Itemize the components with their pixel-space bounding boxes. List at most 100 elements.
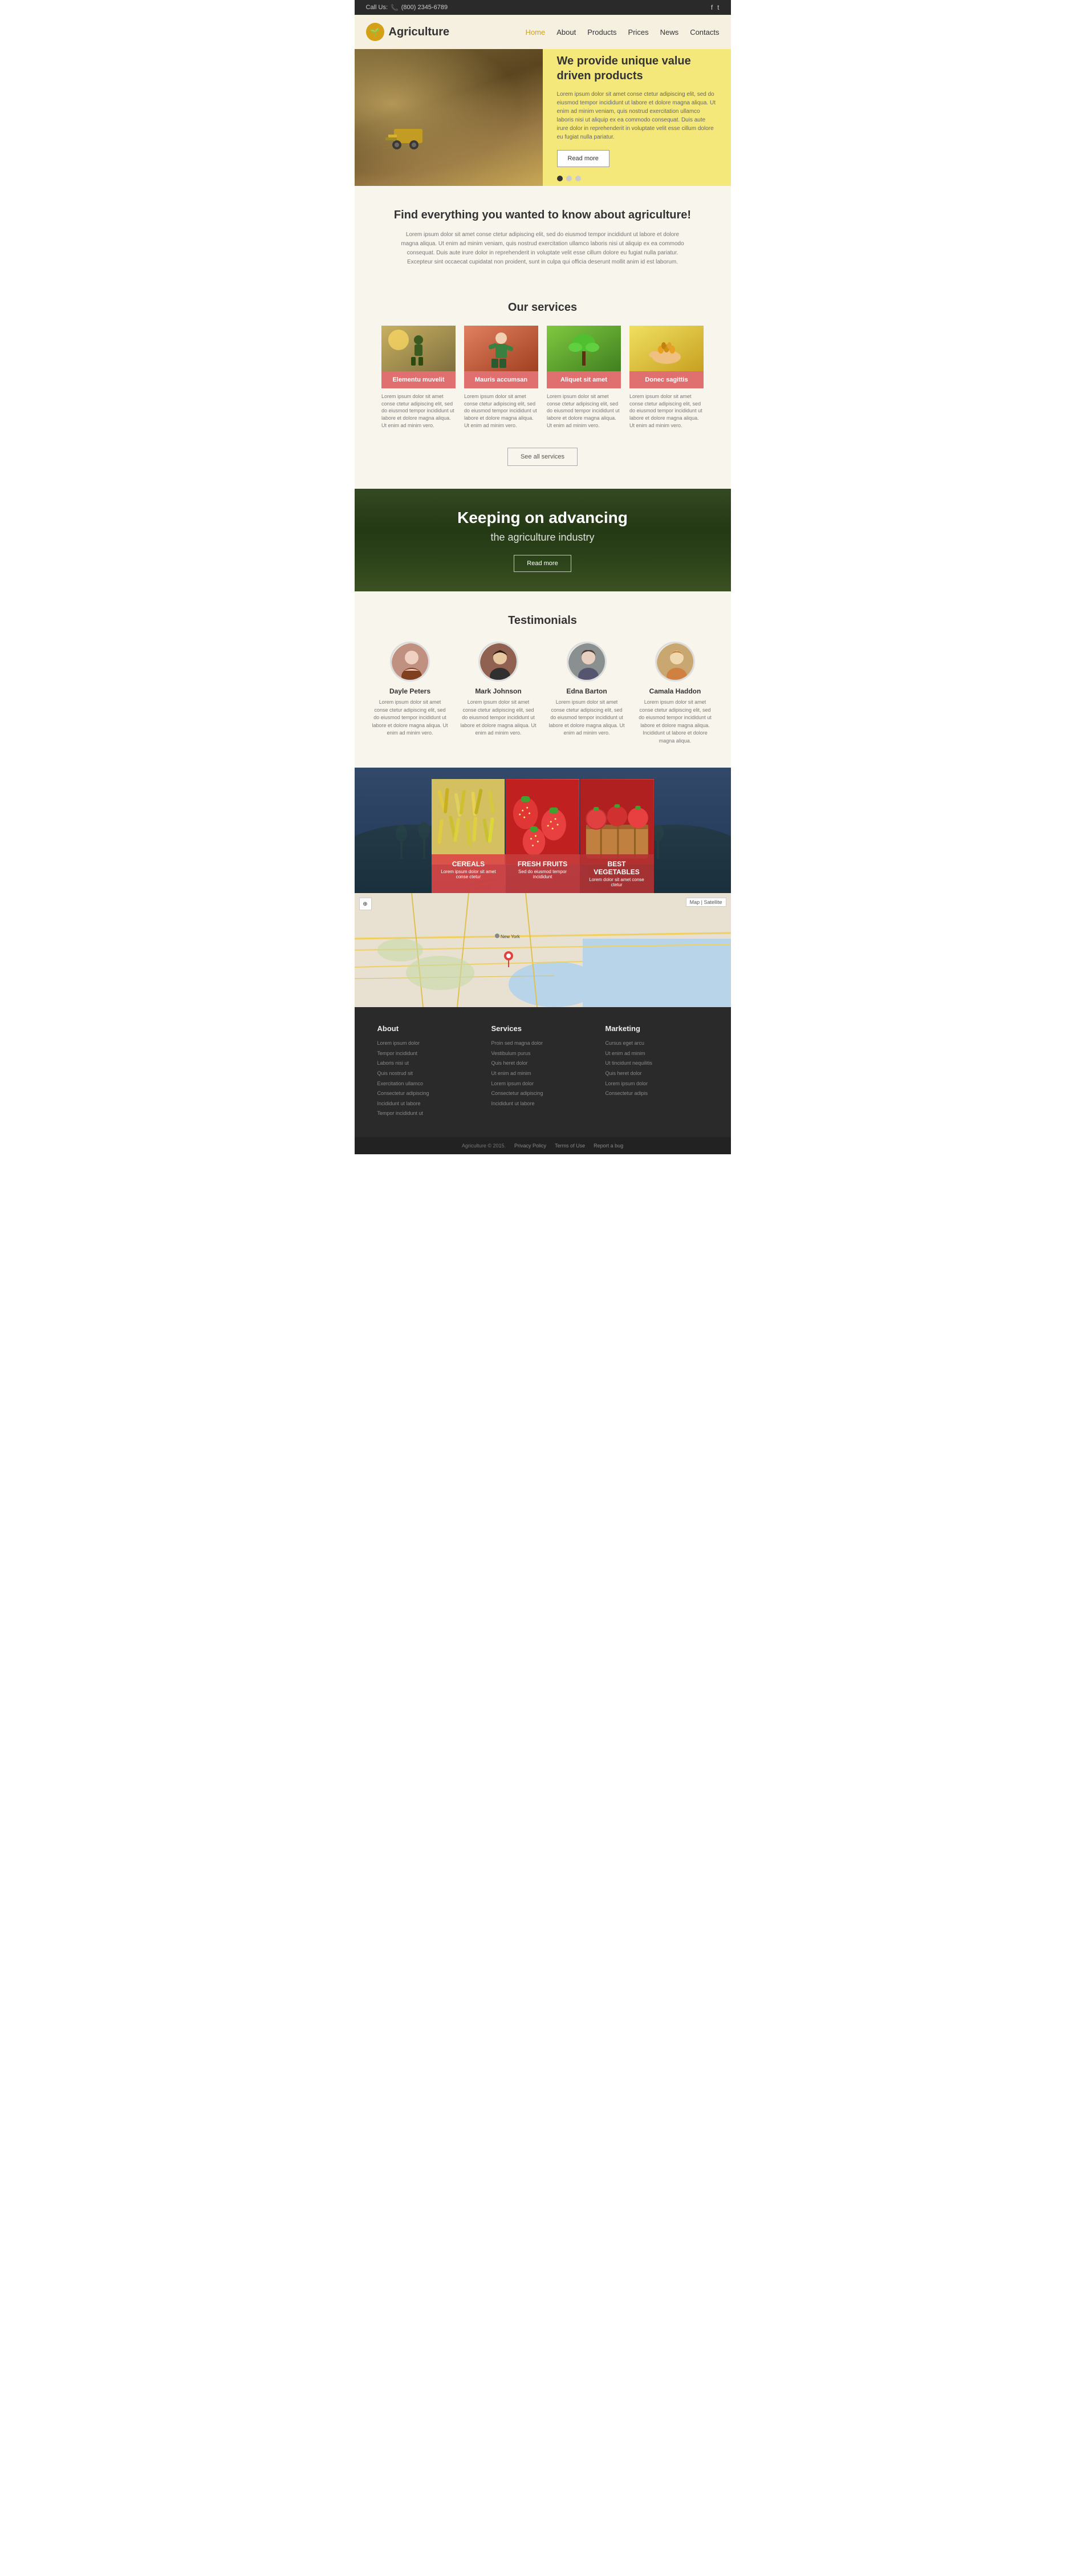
hero-read-more-button[interactable]: Read more bbox=[557, 150, 609, 167]
hero-text-panel: We provide unique value driven products … bbox=[543, 49, 731, 186]
cereals-image bbox=[432, 779, 505, 865]
phone-info: Call Us: 📞 (800) 2345-6789 bbox=[366, 4, 448, 11]
list-item: Exercitation ullamco bbox=[377, 1080, 480, 1088]
list-item: Vestibulum purus bbox=[491, 1050, 594, 1057]
hero-dots bbox=[557, 176, 717, 181]
list-item: Consectetur adipiscing bbox=[377, 1090, 480, 1097]
footer-services-list: Proin sed magna dolor Vestibulum purus Q… bbox=[491, 1040, 594, 1107]
products-labels: CEREALS Lorem ipsum dolor sit amet conse… bbox=[432, 854, 654, 893]
testimonials-grid: Dayle Peters Lorem ipsum dolor sit amet … bbox=[372, 642, 714, 745]
service-card-3: Aliquet sit amet Lorem ipsum dolor sit a… bbox=[547, 326, 621, 433]
service-img-3 bbox=[547, 326, 621, 371]
terms-link[interactable]: Terms of Use bbox=[555, 1143, 585, 1149]
testimonial-card-4: Camala Haddon Lorem ipsum dolor sit amet… bbox=[637, 642, 714, 745]
nav-about[interactable]: About bbox=[556, 28, 576, 36]
map-type-label[interactable]: Map | Satellite bbox=[686, 898, 726, 907]
service-card-1: Elementu muvelit Lorem ipsum dolor sit a… bbox=[381, 326, 456, 433]
list-item: Lorem ipsum dolor bbox=[491, 1080, 594, 1088]
dot-2[interactable] bbox=[566, 176, 572, 181]
list-item: Incididunt ut labore bbox=[491, 1100, 594, 1108]
dot-1[interactable] bbox=[557, 176, 563, 181]
service-card-2: Mauris accumsan Lorem ipsum dolor sit am… bbox=[464, 326, 538, 433]
see-all-services-button[interactable]: See all services bbox=[507, 448, 578, 466]
list-item: Ut enim ad minim bbox=[491, 1070, 594, 1077]
prod-label-vegetables: BEST VEGETABLES Lorem dolor sit amet con… bbox=[580, 854, 654, 893]
footer-col-services: Services Proin sed magna dolor Vestibulu… bbox=[491, 1024, 594, 1120]
service-label-2: Mauris accumsan bbox=[464, 371, 538, 388]
testimonial-card-3: Edna Barton Lorem ipsum dolor sit amet c… bbox=[548, 642, 625, 745]
vegetables-sub: Lorem dolor sit amet conse ctetur bbox=[584, 877, 649, 887]
service-label-3: Aliquet sit amet bbox=[547, 371, 621, 388]
nav-news[interactable]: News bbox=[660, 28, 679, 36]
list-item: Ut enim ad minim bbox=[606, 1050, 708, 1057]
list-item: Tempor incididunt ut bbox=[377, 1110, 480, 1117]
list-item: Cursus eget arcu bbox=[606, 1040, 708, 1047]
testimonial-name-1: Dayle Peters bbox=[372, 687, 449, 695]
avatar-4 bbox=[655, 642, 695, 681]
services-grid: Elementu muvelit Lorem ipsum dolor sit a… bbox=[377, 326, 708, 433]
testimonial-card-2: Mark Johnson Lorem ipsum dolor sit amet … bbox=[460, 642, 537, 745]
testimonial-name-2: Mark Johnson bbox=[460, 687, 537, 695]
cereals-sub: Lorem ipsum dolor sit amet conse ctetur bbox=[436, 869, 501, 879]
list-item: Proin sed magna dolor bbox=[491, 1040, 594, 1047]
list-item: Ut tincidunt nequilitis bbox=[606, 1060, 708, 1067]
prod-label-fruits: FRESH FRUITS Sed do eiusmod tempor incid… bbox=[506, 854, 580, 893]
logo-text: Agriculture bbox=[389, 26, 450, 39]
list-item: Laboris nisi ut bbox=[377, 1060, 480, 1067]
map-zoom-control[interactable]: ⊕ bbox=[359, 898, 372, 910]
testimonials-title: Testimonials bbox=[372, 614, 714, 627]
about-section: Find everything you wanted to know about… bbox=[355, 186, 731, 290]
service-label-4: Donec sagittis bbox=[629, 371, 704, 388]
footer-bottom: Agriculture © 2015. Privacy Policy Terms… bbox=[355, 1137, 731, 1154]
vegetables-image bbox=[580, 779, 654, 865]
twitter-icon[interactable]: t bbox=[717, 3, 719, 11]
banner-read-more-button[interactable]: Read more bbox=[514, 555, 571, 572]
nav-products[interactable]: Products bbox=[587, 28, 616, 36]
service-card-4: Donec sagittis Lorem ipsum dolor sit ame… bbox=[629, 326, 704, 433]
list-item: Consectetur adipis bbox=[606, 1090, 708, 1097]
banner-title: Keeping on advancing bbox=[457, 509, 628, 527]
list-item: Quis nostrud sit bbox=[377, 1070, 480, 1077]
banner-section: Keeping on advancing the agriculture ind… bbox=[355, 489, 731, 591]
services-title: Our services bbox=[377, 301, 708, 314]
banner-subtitle: the agriculture industry bbox=[490, 532, 594, 543]
testimonial-text-2: Lorem ipsum dolor sit amet conse ctetur … bbox=[460, 699, 537, 737]
list-item: Incididunt ut labore bbox=[377, 1100, 480, 1108]
list-item: Tempor incididunt bbox=[377, 1050, 480, 1057]
testimonials-section: Testimonials Dayle Peters Lorem ipsum do… bbox=[355, 591, 731, 768]
copyright: Agriculture © 2015. bbox=[462, 1143, 506, 1149]
list-item: Consectetur adipiscing bbox=[491, 1090, 594, 1097]
service-desc-1: Lorem ipsum dolor sit amet conse ctetur … bbox=[381, 388, 456, 433]
avatar-1 bbox=[390, 642, 430, 681]
fruits-sub: Sed do eiusmod tempor incididunt bbox=[510, 869, 575, 879]
hero-title: We provide unique value driven products bbox=[557, 54, 717, 83]
nav-prices[interactable]: Prices bbox=[628, 28, 649, 36]
call-label: Call Us: bbox=[366, 4, 388, 11]
logo-icon: 🌱 bbox=[366, 23, 384, 41]
facebook-icon[interactable]: f bbox=[711, 3, 713, 11]
social-links: f t bbox=[711, 3, 720, 11]
map-section[interactable]: New York Map | Satellite ⊕ bbox=[355, 893, 731, 1007]
list-item: Lorem ipsum dolor bbox=[606, 1080, 708, 1088]
footer-marketing-list: Cursus eget arcu Ut enim ad minim Ut tin… bbox=[606, 1040, 708, 1097]
report-bug-link[interactable]: Report a bug bbox=[594, 1143, 623, 1149]
nav-home[interactable]: Home bbox=[526, 28, 546, 36]
footer-about-title: About bbox=[377, 1024, 480, 1033]
footer-columns: About Lorem ipsum dolor Tempor incididun… bbox=[377, 1024, 708, 1120]
privacy-policy-link[interactable]: Privacy Policy bbox=[514, 1143, 546, 1149]
footer-main: About Lorem ipsum dolor Tempor incididun… bbox=[355, 1007, 731, 1137]
map-svg: New York bbox=[355, 893, 731, 1007]
logo[interactable]: 🌱 Agriculture bbox=[366, 23, 450, 41]
service-label-1: Elementu muvelit bbox=[381, 371, 456, 388]
testimonial-text-4: Lorem ipsum dolor sit amet conse ctetur … bbox=[637, 699, 714, 745]
dot-3[interactable] bbox=[575, 176, 581, 181]
service-img-2 bbox=[464, 326, 538, 371]
footer-col-about: About Lorem ipsum dolor Tempor incididun… bbox=[377, 1024, 480, 1120]
phone-icon: 📞 bbox=[391, 4, 399, 11]
products-banner-section: CEREALS Lorem ipsum dolor sit amet conse… bbox=[355, 768, 731, 893]
service-desc-3: Lorem ipsum dolor sit amet conse ctetur … bbox=[547, 388, 621, 433]
hero-section: We provide unique value driven products … bbox=[355, 49, 731, 186]
fruits-image bbox=[506, 779, 579, 865]
nav-contacts[interactable]: Contacts bbox=[690, 28, 719, 36]
vegetables-title: BEST VEGETABLES bbox=[584, 860, 649, 876]
